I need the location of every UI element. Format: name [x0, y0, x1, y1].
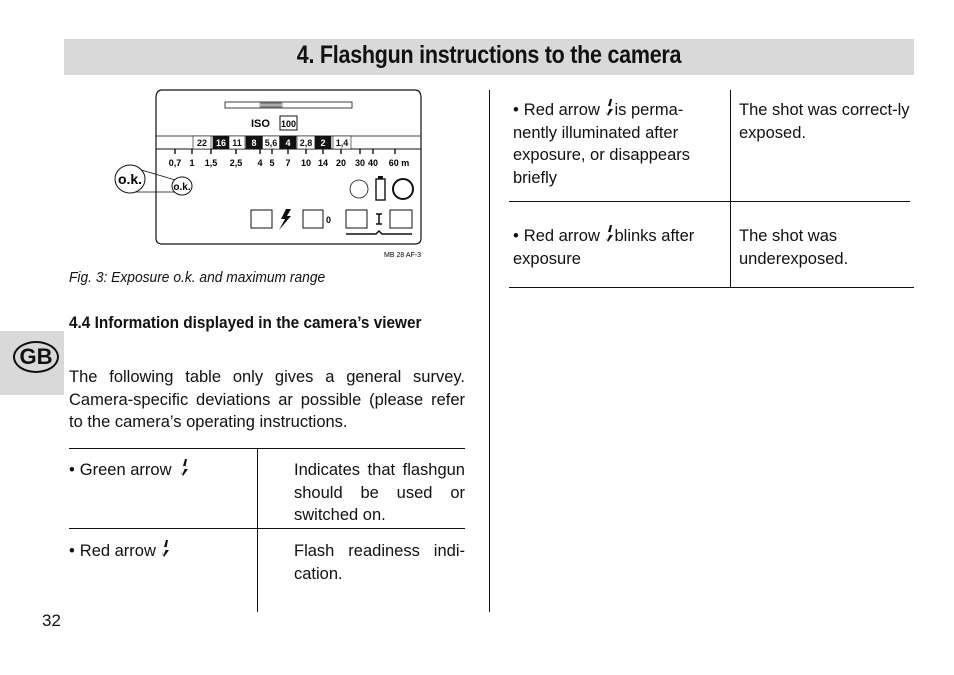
- iso-label: ISO: [251, 118, 270, 130]
- table-column-rule: [730, 90, 731, 288]
- table-row: • Green arrow: [69, 459, 249, 482]
- model-code: MB 28 AF-3: [384, 252, 421, 259]
- zero-label: 0: [326, 215, 331, 225]
- table-rule: [509, 287, 914, 288]
- distance-label: 10: [301, 158, 311, 168]
- table-row: • Red arrow is perma-nently illuminated a…: [513, 99, 723, 189]
- table-row: • Red arrow: [69, 540, 249, 563]
- iso-value: 100: [281, 119, 296, 129]
- distance-label: 20: [336, 158, 346, 168]
- battery-icon: [375, 176, 386, 201]
- figure-caption: Fig. 3: Exposure o.k. and maximum range: [69, 269, 326, 286]
- viewer-display-figure: o.k. o.k. ISO 100 22 16 11 8 5,6 4 2,8 2 1,4 0,7…: [114, 89, 422, 259]
- display-box-3: [345, 209, 368, 229]
- language-badge: GB: [13, 341, 59, 373]
- display-box-2: [302, 209, 324, 229]
- table-rule: [69, 528, 465, 529]
- bullet: •: [513, 101, 519, 119]
- section-heading: 4.4 Information displayed in the camera’…: [69, 314, 422, 332]
- distance-label: 14: [318, 158, 328, 168]
- flash-arrow-icon: [181, 459, 189, 476]
- distance-label: 60 m: [389, 158, 410, 168]
- signal-meaning: The shot was correct-ly exposed.: [739, 101, 910, 142]
- signal-label: Red arrow: [523, 227, 600, 245]
- ok-zoom-label: o.k.: [118, 171, 142, 187]
- intro-paragraph: The following table only gives a general…: [69, 368, 465, 431]
- flash-bolt-icon: [279, 209, 291, 230]
- signal-label: Red arrow: [523, 101, 600, 119]
- distance-label: 5: [269, 158, 274, 168]
- aperture-value: 5,6: [265, 138, 278, 148]
- flash-arrow-icon: [605, 99, 613, 116]
- signal-label: Green arrow: [79, 461, 172, 479]
- bullet: •: [69, 542, 75, 560]
- distance-label: 0,7: [169, 158, 182, 168]
- signal-label: Red arrow: [79, 542, 156, 560]
- distance-label: 4: [257, 158, 262, 168]
- distance-label: 7: [285, 158, 290, 168]
- flash-arrow-icon: [161, 540, 169, 557]
- aperture-value: 2: [320, 138, 325, 148]
- signal-meaning: Flash readiness indi-cation.: [294, 542, 465, 583]
- distance-label: 2,5: [230, 158, 243, 168]
- bullet: •: [69, 461, 75, 479]
- title-bar: 4. Flashgun instructions to the camera: [64, 39, 914, 75]
- aperture-value: 1,4: [336, 138, 349, 148]
- distance-label: 1,5: [205, 158, 218, 168]
- aperture-value: 11: [232, 138, 242, 148]
- table-column-rule: [257, 448, 258, 612]
- distance-label: 30: [355, 158, 365, 168]
- page-number: 32: [42, 611, 61, 630]
- display-underline: [346, 229, 412, 235]
- aperture-value: 16: [216, 138, 226, 148]
- display-box-1: [250, 209, 273, 229]
- signal-meaning: The shot was underexposed.: [739, 227, 849, 268]
- large-indicator-circle: [392, 178, 414, 200]
- small-indicator-circle: [349, 179, 369, 199]
- column-divider: [489, 90, 490, 612]
- table-rule: [69, 448, 465, 449]
- bar-marker: [259, 102, 283, 108]
- aperture-value: 2,8: [300, 138, 313, 148]
- distance-label: 1: [189, 158, 194, 168]
- ok-label: o.k.: [173, 182, 190, 193]
- aperture-value: 22: [197, 138, 207, 148]
- i-beam-icon: [376, 213, 382, 225]
- table-row: • Red arrow blinks after exposure: [513, 225, 723, 270]
- flash-arrow-icon: [605, 225, 613, 242]
- bullet: •: [513, 227, 519, 245]
- aperture-value: 4: [285, 138, 290, 148]
- page-title: 4. Flashgun instructions to the camera: [296, 41, 682, 69]
- table-rule: [509, 201, 910, 202]
- signal-meaning: Indicates that flashgun should be used o…: [294, 461, 465, 524]
- display-box-4: [389, 209, 413, 229]
- aperture-value: 8: [251, 138, 256, 148]
- distance-label: 40: [368, 158, 378, 168]
